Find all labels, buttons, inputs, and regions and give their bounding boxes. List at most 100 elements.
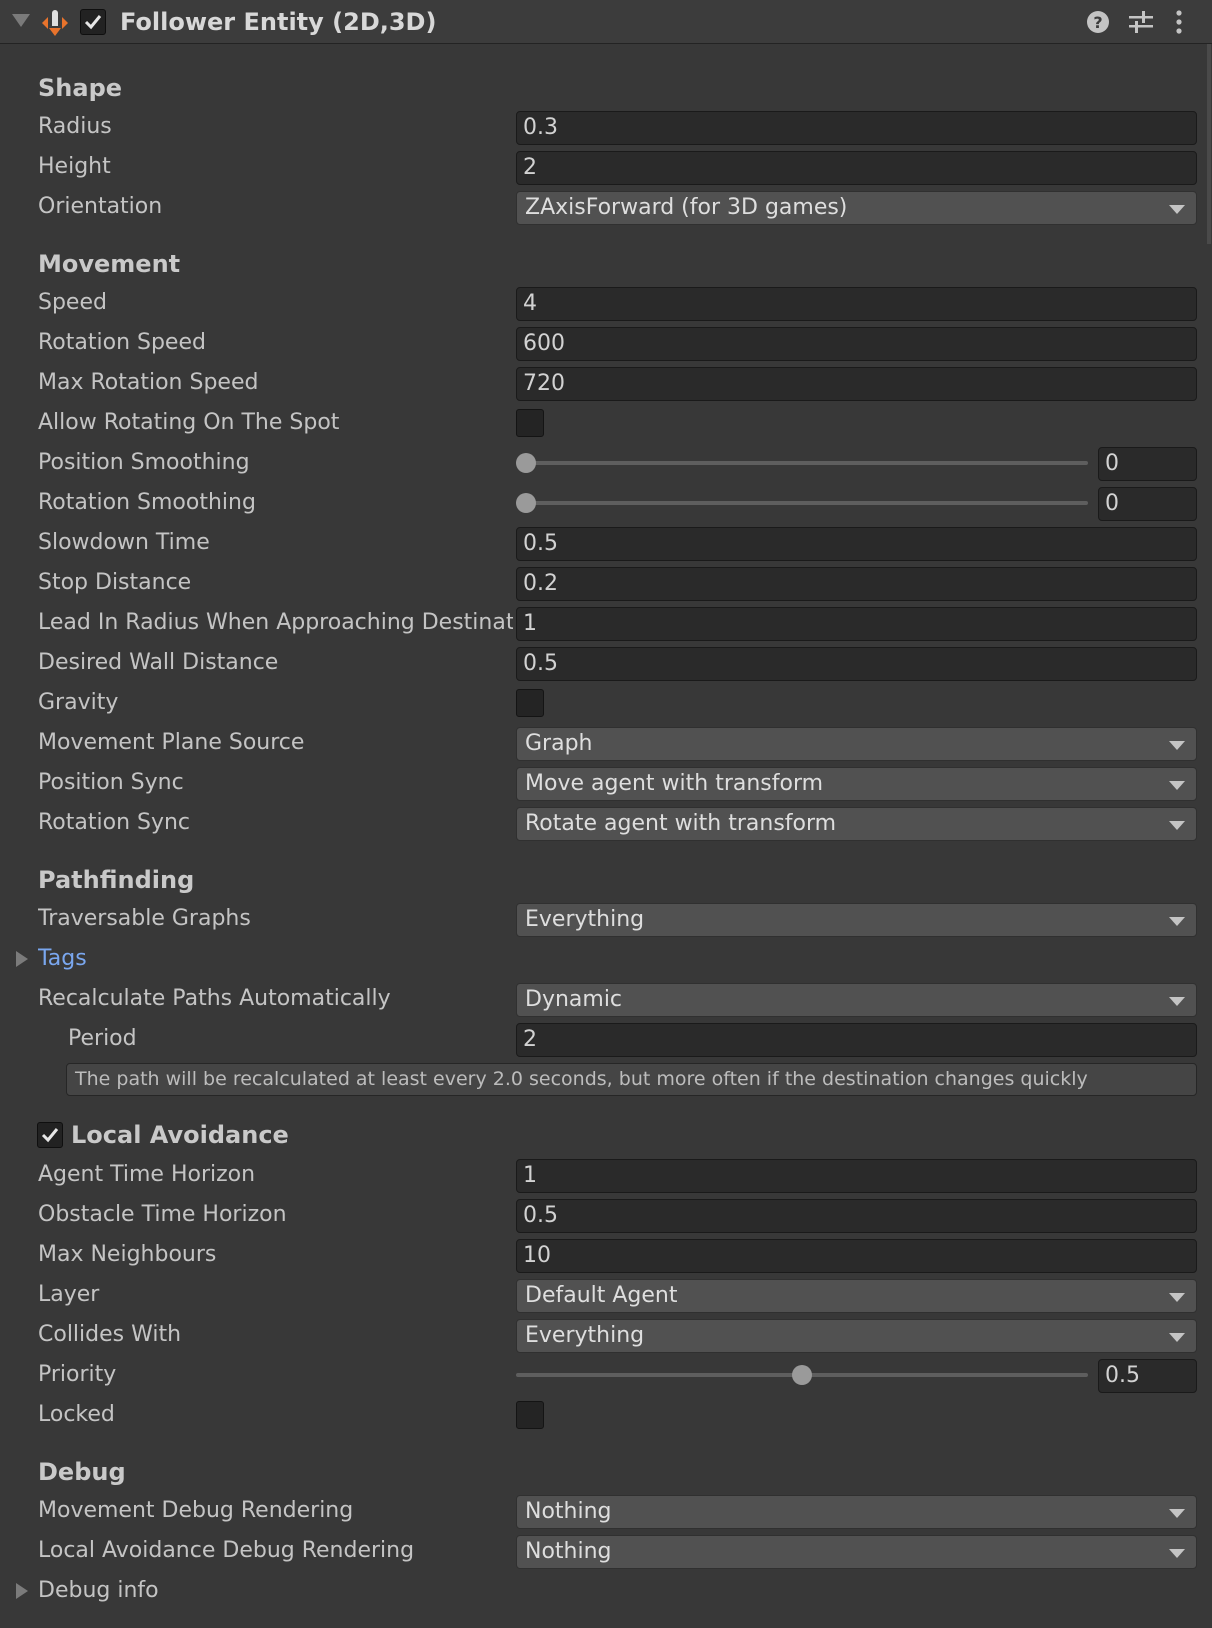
position-sync-value: Move agent with transform xyxy=(525,771,824,796)
gravity-checkbox[interactable] xyxy=(516,689,544,717)
checkmark-icon xyxy=(84,15,102,30)
radius-label: Radius xyxy=(38,114,112,139)
priority-thumb[interactable] xyxy=(792,1365,812,1385)
debug-info-foldout-label[interactable]: Debug info xyxy=(38,1576,513,1606)
height-field[interactable]: 2 xyxy=(516,151,1197,185)
obstacle-time-horizon-label: Obstacle Time Horizon xyxy=(38,1202,287,1227)
recalculate-paths-value: Dynamic xyxy=(525,987,623,1012)
movement-plane-source-dropdown[interactable]: Graph xyxy=(516,727,1197,761)
max-neighbours-label: Max Neighbours xyxy=(38,1242,217,1267)
lead-in-radius-field[interactable]: 1 xyxy=(516,607,1197,641)
component-enabled-checkbox[interactable] xyxy=(80,9,106,35)
rotation-smoothing-slider[interactable] xyxy=(516,493,1088,513)
dropdown-caret-icon xyxy=(1169,821,1185,830)
position-sync-dropdown[interactable]: Move agent with transform xyxy=(516,767,1197,801)
inspector-panel: Follower Entity (2D,3D) ? Shape Radius 0… xyxy=(0,0,1212,1628)
component-header[interactable]: Follower Entity (2D,3D) ? xyxy=(0,0,1212,44)
rotation-speed-label: Rotation Speed xyxy=(38,330,206,355)
dropdown-caret-icon xyxy=(1169,1549,1185,1558)
section-pathfinding-title: Pathfinding xyxy=(38,866,195,894)
traversable-graphs-dropdown[interactable]: Everything xyxy=(516,903,1197,937)
priority-field[interactable]: 0.5 xyxy=(1098,1359,1197,1393)
layer-label: Layer xyxy=(38,1282,100,1307)
collides-with-label: Collides With xyxy=(38,1322,182,1347)
speed-label: Speed xyxy=(38,290,107,315)
checkmark-icon xyxy=(41,1128,59,1143)
component-title: Follower Entity (2D,3D) xyxy=(120,8,437,36)
help-icon[interactable]: ? xyxy=(1086,10,1110,34)
dropdown-caret-icon xyxy=(1169,997,1185,1006)
agent-time-horizon-label: Agent Time Horizon xyxy=(38,1162,256,1187)
rotation-sync-label: Rotation Sync xyxy=(38,810,191,835)
priority-label: Priority xyxy=(38,1362,117,1387)
speed-field[interactable]: 4 xyxy=(516,287,1197,321)
local-avoidance-debug-rendering-label: Local Avoidance Debug Rendering xyxy=(38,1538,415,1563)
scrollbar[interactable] xyxy=(1207,44,1211,244)
dropdown-caret-icon xyxy=(1169,741,1185,750)
position-smoothing-thumb[interactable] xyxy=(516,453,536,473)
period-label: Period xyxy=(68,1026,137,1051)
max-rotation-speed-field[interactable]: 720 xyxy=(516,367,1197,401)
collides-with-value: Everything xyxy=(525,1323,645,1348)
tags-foldout-arrow-icon[interactable] xyxy=(16,951,28,967)
gravity-label: Gravity xyxy=(38,690,119,715)
rotation-sync-value: Rotate agent with transform xyxy=(525,811,837,836)
period-field[interactable]: 2 xyxy=(516,1023,1197,1057)
max-neighbours-field[interactable]: 10 xyxy=(516,1239,1197,1273)
allow-rotating-label: Allow Rotating On The Spot xyxy=(38,410,340,435)
section-local-avoidance-title: Local Avoidance xyxy=(71,1121,289,1149)
slowdown-time-field[interactable]: 0.5 xyxy=(516,527,1197,561)
position-smoothing-label: Position Smoothing xyxy=(38,450,250,475)
layer-value: Default Agent xyxy=(525,1283,678,1308)
section-debug-title: Debug xyxy=(38,1458,126,1486)
rotation-sync-dropdown[interactable]: Rotate agent with transform xyxy=(516,807,1197,841)
movement-debug-rendering-label: Movement Debug Rendering xyxy=(38,1498,354,1523)
max-rotation-speed-label: Max Rotation Speed xyxy=(38,370,259,395)
movement-plane-source-label: Movement Plane Source xyxy=(38,730,305,755)
dropdown-caret-icon xyxy=(1169,1509,1185,1518)
svg-text:?: ? xyxy=(1093,13,1102,32)
desired-wall-distance-label: Desired Wall Distance xyxy=(38,650,279,675)
dropdown-caret-icon xyxy=(1169,1333,1185,1342)
movement-debug-rendering-dropdown[interactable]: Nothing xyxy=(516,1495,1197,1529)
fold-arrow-icon[interactable] xyxy=(12,14,30,27)
rotation-smoothing-thumb[interactable] xyxy=(516,493,536,513)
orientation-label: Orientation xyxy=(38,194,163,219)
dropdown-caret-icon xyxy=(1169,1293,1185,1302)
priority-slider[interactable] xyxy=(516,1365,1088,1385)
follower-entity-component-icon xyxy=(42,10,68,36)
orientation-dropdown[interactable]: ZAxisForward (for 3D games) xyxy=(516,191,1197,225)
presets-icon[interactable] xyxy=(1128,10,1154,34)
radius-field[interactable]: 0.3 xyxy=(516,111,1197,145)
traversable-graphs-label: Traversable Graphs xyxy=(38,906,251,931)
position-smoothing-slider[interactable] xyxy=(516,453,1088,473)
section-shape-title: Shape xyxy=(38,74,123,102)
obstacle-time-horizon-field[interactable]: 0.5 xyxy=(516,1199,1197,1233)
tags-foldout-label[interactable]: Tags xyxy=(38,944,513,974)
section-movement-title: Movement xyxy=(38,250,181,278)
local-avoidance-debug-rendering-dropdown[interactable]: Nothing xyxy=(516,1535,1197,1569)
rotation-speed-field[interactable]: 600 xyxy=(516,327,1197,361)
lead-in-radius-label: Lead In Radius When Approaching Destinat… xyxy=(38,610,513,635)
collides-with-dropdown[interactable]: Everything xyxy=(516,1319,1197,1353)
movement-plane-source-value: Graph xyxy=(525,731,593,756)
recalculate-paths-label: Recalculate Paths Automatically xyxy=(38,986,391,1011)
desired-wall-distance-field[interactable]: 0.5 xyxy=(516,647,1197,681)
slowdown-time-label: Slowdown Time xyxy=(38,530,210,555)
agent-time-horizon-field[interactable]: 1 xyxy=(516,1159,1197,1193)
local-avoidance-checkbox[interactable] xyxy=(37,1122,63,1148)
debug-info-foldout-arrow-icon[interactable] xyxy=(16,1583,28,1599)
position-smoothing-field[interactable]: 0 xyxy=(1098,447,1197,481)
dropdown-caret-icon xyxy=(1169,781,1185,790)
layer-dropdown[interactable]: Default Agent xyxy=(516,1279,1197,1313)
dropdown-caret-icon xyxy=(1169,917,1185,926)
recalculate-paths-dropdown[interactable]: Dynamic xyxy=(516,983,1197,1017)
position-sync-label: Position Sync xyxy=(38,770,184,795)
kebab-menu-icon[interactable] xyxy=(1174,10,1184,34)
allow-rotating-checkbox[interactable] xyxy=(516,409,544,437)
stop-distance-field[interactable]: 0.2 xyxy=(516,567,1197,601)
locked-checkbox[interactable] xyxy=(516,1401,544,1429)
orientation-value: ZAxisForward (for 3D games) xyxy=(525,195,848,220)
stop-distance-label: Stop Distance xyxy=(38,570,192,595)
rotation-smoothing-field[interactable]: 0 xyxy=(1098,487,1197,521)
